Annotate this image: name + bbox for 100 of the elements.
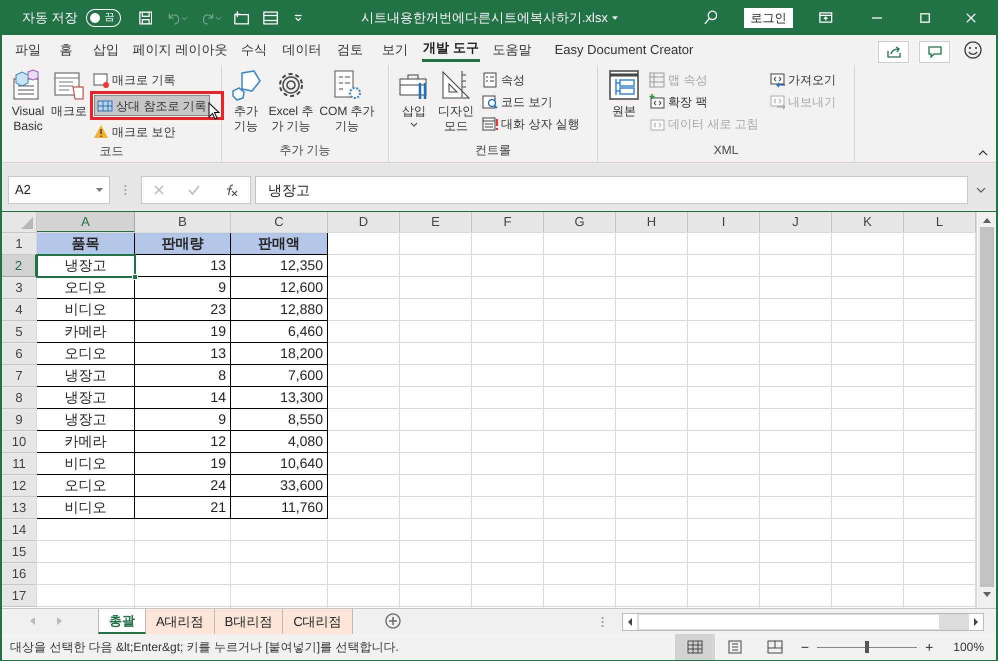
ribbon-button[interactable]: 원본 xyxy=(604,69,644,141)
column-header[interactable]: H xyxy=(616,212,688,233)
maximize-icon[interactable] xyxy=(920,12,930,24)
handle-dots-icon[interactable] xyxy=(600,616,604,628)
form-icon[interactable] xyxy=(263,10,278,26)
checkmark-icon[interactable] xyxy=(188,185,200,195)
row-header[interactable]: 17 xyxy=(2,585,37,607)
column-header[interactable]: G xyxy=(544,212,616,233)
row-header[interactable]: 4 xyxy=(2,299,37,321)
column-header[interactable]: A xyxy=(37,212,135,233)
column-header[interactable]: B xyxy=(135,212,231,233)
save-icon[interactable] xyxy=(138,10,152,26)
row-header[interactable]: 8 xyxy=(2,387,37,409)
column-header[interactable]: F xyxy=(472,212,544,233)
row-header[interactable]: 12 xyxy=(2,475,37,497)
autosave-toggle[interactable]: 끔 xyxy=(86,8,121,26)
vertical-scrollbar-thumb[interactable] xyxy=(980,227,994,587)
ribbon-tab[interactable]: Easy Document Creator xyxy=(540,35,708,65)
ribbon-tab[interactable]: 개발 도구 xyxy=(418,35,484,65)
ribbon-tab[interactable]: 검토 xyxy=(328,35,372,65)
scroll-right-icon[interactable] xyxy=(968,614,983,630)
sheet-tab[interactable]: 총괄 xyxy=(98,609,146,634)
scroll-down-icon[interactable] xyxy=(982,592,990,597)
ribbon-button[interactable]: COM 추가 기능 xyxy=(318,69,376,141)
ribbon-tab[interactable]: 데이터 xyxy=(276,35,328,65)
ribbon-button[interactable]: 삽입 xyxy=(395,69,433,141)
dropdown-caret-icon[interactable] xyxy=(612,16,618,20)
ribbon-tab[interactable]: 보기 xyxy=(372,35,418,65)
ribbon-tab[interactable]: 파일 xyxy=(8,35,48,65)
scroll-left-icon[interactable] xyxy=(622,614,637,630)
collapse-ribbon-icon[interactable] xyxy=(978,150,988,156)
scroll-up-icon[interactable] xyxy=(982,218,990,223)
record-icon xyxy=(93,72,109,88)
new-sheet-icon[interactable] xyxy=(234,10,250,26)
horizontal-scrollbar-thumb[interactable] xyxy=(638,615,939,629)
row-header[interactable]: 5 xyxy=(2,321,37,343)
ribbon-button[interactable]: 추가 기능 xyxy=(228,69,264,141)
add-sheet-icon[interactable] xyxy=(384,613,401,629)
row-header[interactable]: 6 xyxy=(2,343,37,365)
properties-icon xyxy=(482,72,498,88)
formula-field[interactable]: 냉장고 xyxy=(255,176,968,204)
ribbon-tab[interactable]: 도움말 xyxy=(484,35,540,65)
comments-button[interactable] xyxy=(919,41,950,63)
row-header[interactable]: 3 xyxy=(2,277,37,299)
customize-caret-icon[interactable] xyxy=(294,14,303,22)
ribbon-small-button[interactable]: 매크로 보안 xyxy=(90,121,224,142)
ribbon-small-button[interactable]: 확장 팩 xyxy=(646,91,764,112)
column-header[interactable]: I xyxy=(688,212,760,233)
ribbon-tab[interactable]: 삽입 xyxy=(84,35,128,65)
row-header[interactable]: 10 xyxy=(2,431,37,453)
ribbon-small-button[interactable]: 가져오기 xyxy=(766,69,846,90)
ribbon-small-button[interactable]: 코드 보기 xyxy=(479,91,583,112)
expand-caret-icon[interactable] xyxy=(976,187,986,193)
name-box[interactable]: A2 xyxy=(8,176,110,204)
row-header[interactable]: 1 xyxy=(2,233,37,255)
zoom-in-button[interactable]: + xyxy=(925,636,934,658)
row-header[interactable]: 7 xyxy=(2,365,37,387)
share-button[interactable] xyxy=(878,41,909,63)
function-icon[interactable] xyxy=(224,184,238,196)
ribbon-small-button[interactable]: 매크로 기록 xyxy=(90,69,224,90)
handle-dots-icon[interactable] xyxy=(124,184,127,196)
column-header[interactable]: D xyxy=(328,212,400,233)
row-header[interactable]: 15 xyxy=(2,541,37,563)
ribbon-button[interactable]: Excel 추가 기능 xyxy=(266,69,316,141)
row-header[interactable]: 9 xyxy=(2,409,37,431)
ribbon-button[interactable]: 디자인 모드 xyxy=(435,69,477,141)
minimize-icon[interactable] xyxy=(872,16,882,18)
ribbon-button[interactable]: 매크로 xyxy=(50,69,88,142)
ribbon-small-button[interactable]: 속성 xyxy=(479,69,583,90)
row-header[interactable]: 13 xyxy=(2,497,37,519)
ribbon-tab[interactable]: 페이지 레이아웃 xyxy=(128,35,232,65)
sheet-tab[interactable]: B대리점 xyxy=(214,609,284,634)
table-cell: 냉장고 xyxy=(37,409,135,431)
row-header[interactable]: 11 xyxy=(2,453,37,475)
ribbon-tab[interactable]: 홈 xyxy=(48,35,84,65)
sheet-tab[interactable]: A대리점 xyxy=(146,609,215,634)
column-header[interactable]: E xyxy=(400,212,472,233)
fill-handle[interactable] xyxy=(132,274,138,280)
ribbon-display-icon[interactable] xyxy=(819,11,833,24)
view-button[interactable] xyxy=(674,634,715,660)
ribbon-button[interactable]: Visual Basic xyxy=(8,69,48,142)
close-icon[interactable] xyxy=(966,12,976,24)
column-header[interactable]: K xyxy=(832,212,904,233)
active-cell[interactable]: 냉장고 xyxy=(37,255,135,277)
zoom-out-button[interactable]: − xyxy=(800,636,810,658)
zoom-slider-thumb[interactable] xyxy=(865,640,870,652)
ribbon-small-button[interactable]: 대화 상자 실행 xyxy=(479,113,583,134)
row-header[interactable]: 2 xyxy=(2,255,37,277)
smiley-icon[interactable] xyxy=(964,41,982,59)
sheet-tab[interactable]: C대리점 xyxy=(283,609,353,634)
ribbon-tab[interactable]: 수식 xyxy=(232,35,276,65)
column-header[interactable]: C xyxy=(231,212,328,233)
login-button[interactable]: 로그인 xyxy=(744,8,794,28)
column-header[interactable]: L xyxy=(904,212,976,233)
ribbon-small-button[interactable]: 상대 참조로 기록 xyxy=(94,95,210,116)
normal-view-icon xyxy=(686,640,703,654)
row-header[interactable]: 16 xyxy=(2,563,37,585)
search-icon[interactable] xyxy=(704,9,718,26)
row-header[interactable]: 14 xyxy=(2,519,37,541)
column-header[interactable]: J xyxy=(760,212,832,233)
